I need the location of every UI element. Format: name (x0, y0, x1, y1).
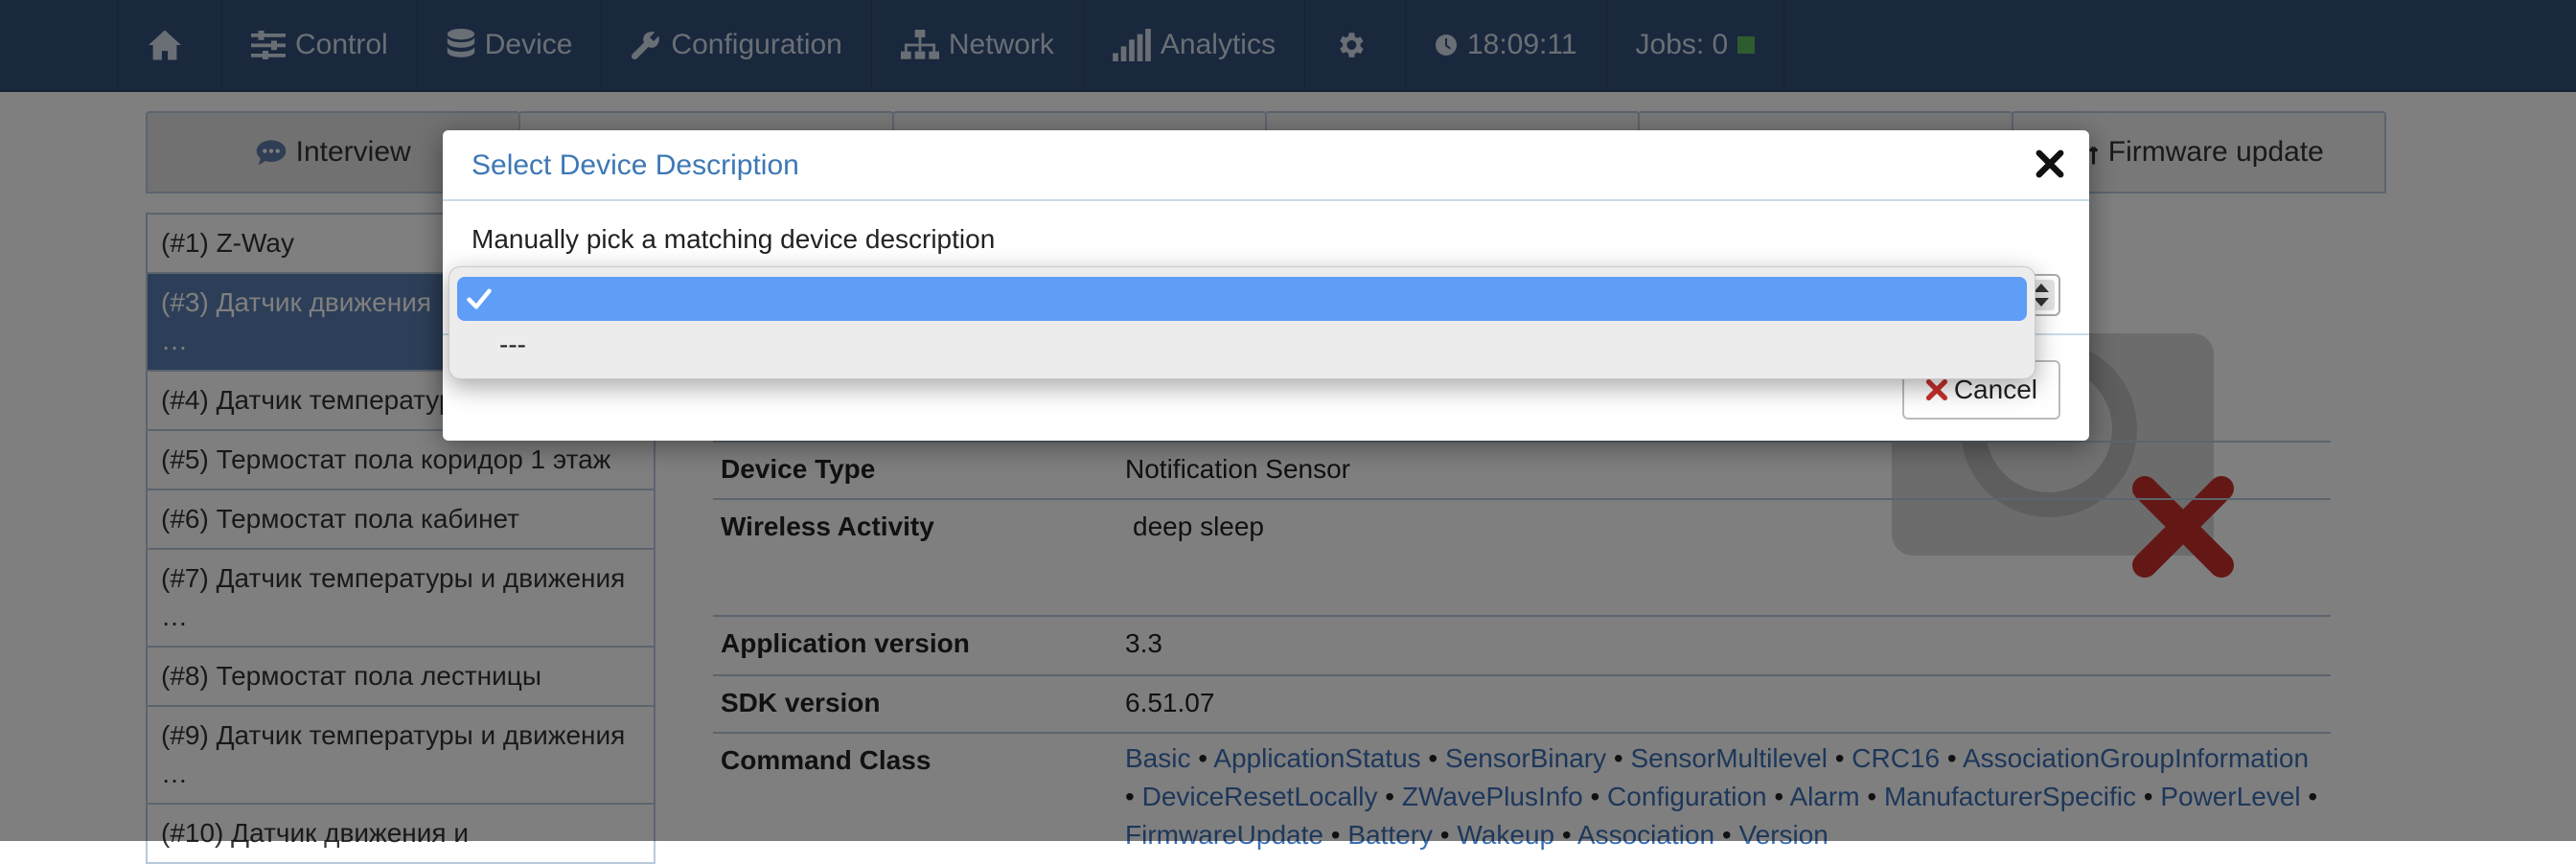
select-option-empty[interactable] (457, 277, 2027, 321)
close-button[interactable] (2028, 142, 2072, 186)
modal-header: Select Device Description (443, 130, 2089, 201)
checkmark-icon (467, 288, 492, 309)
select-option-dashes[interactable]: --- (457, 323, 2027, 367)
cancel-x-icon (1925, 378, 1947, 401)
modal-instruction: Manually pick a matching device descript… (472, 224, 996, 254)
select-option-label: --- (499, 330, 526, 359)
select-dropdown-list: --- (448, 266, 2036, 379)
close-icon (2036, 149, 2064, 178)
modal-title: Select Device Description (472, 149, 799, 181)
